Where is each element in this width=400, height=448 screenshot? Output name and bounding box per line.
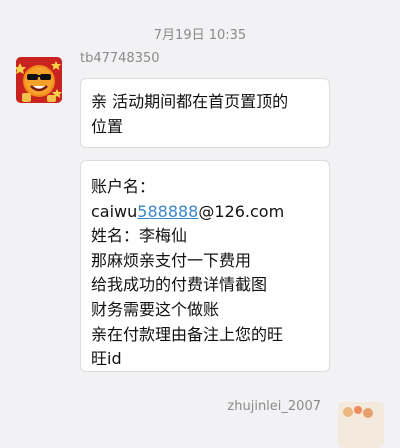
sunglasses-emoji-avatar-icon: [16, 57, 62, 103]
account-email: caiwu588888@126.com: [91, 200, 319, 225]
message-text: 财务需要这个做账: [91, 299, 220, 319]
message-bubble-payment: 账户名： caiwu588888@126.com 姓名：李梅仙 那麻烦亲支付一下…: [80, 160, 330, 372]
message-text: 亲在付款理由备注上您的旺: [91, 324, 284, 344]
name-line: 姓名：李梅仙: [91, 226, 188, 246]
recipient-username: zhujinlei_2007: [227, 399, 321, 414]
message-text: 位置: [91, 117, 124, 136]
recipient-avatar[interactable]: [338, 402, 384, 448]
message-text: 那麻烦亲支付一下费用: [91, 250, 252, 270]
message-timestamp: 7月19日 10:35: [153, 28, 247, 43]
message-text: 给我成功的付费详情截图: [91, 275, 268, 295]
sender-username: tb47748350: [80, 51, 160, 66]
email-suffix: @126.com: [198, 201, 285, 221]
account-label: 账户名：: [91, 177, 156, 196]
user-avatar-icon: [338, 402, 384, 448]
email-number-link[interactable]: 588888: [137, 202, 198, 221]
message-text: 亲 活动期间都在首页置顶的: [91, 92, 289, 111]
email-prefix: caiwu: [91, 201, 138, 221]
sender-avatar[interactable]: [16, 57, 62, 103]
message-bubble-activity: 亲 活动期间都在首页置顶的 位置: [80, 78, 330, 148]
message-text: 旺id: [91, 349, 122, 369]
